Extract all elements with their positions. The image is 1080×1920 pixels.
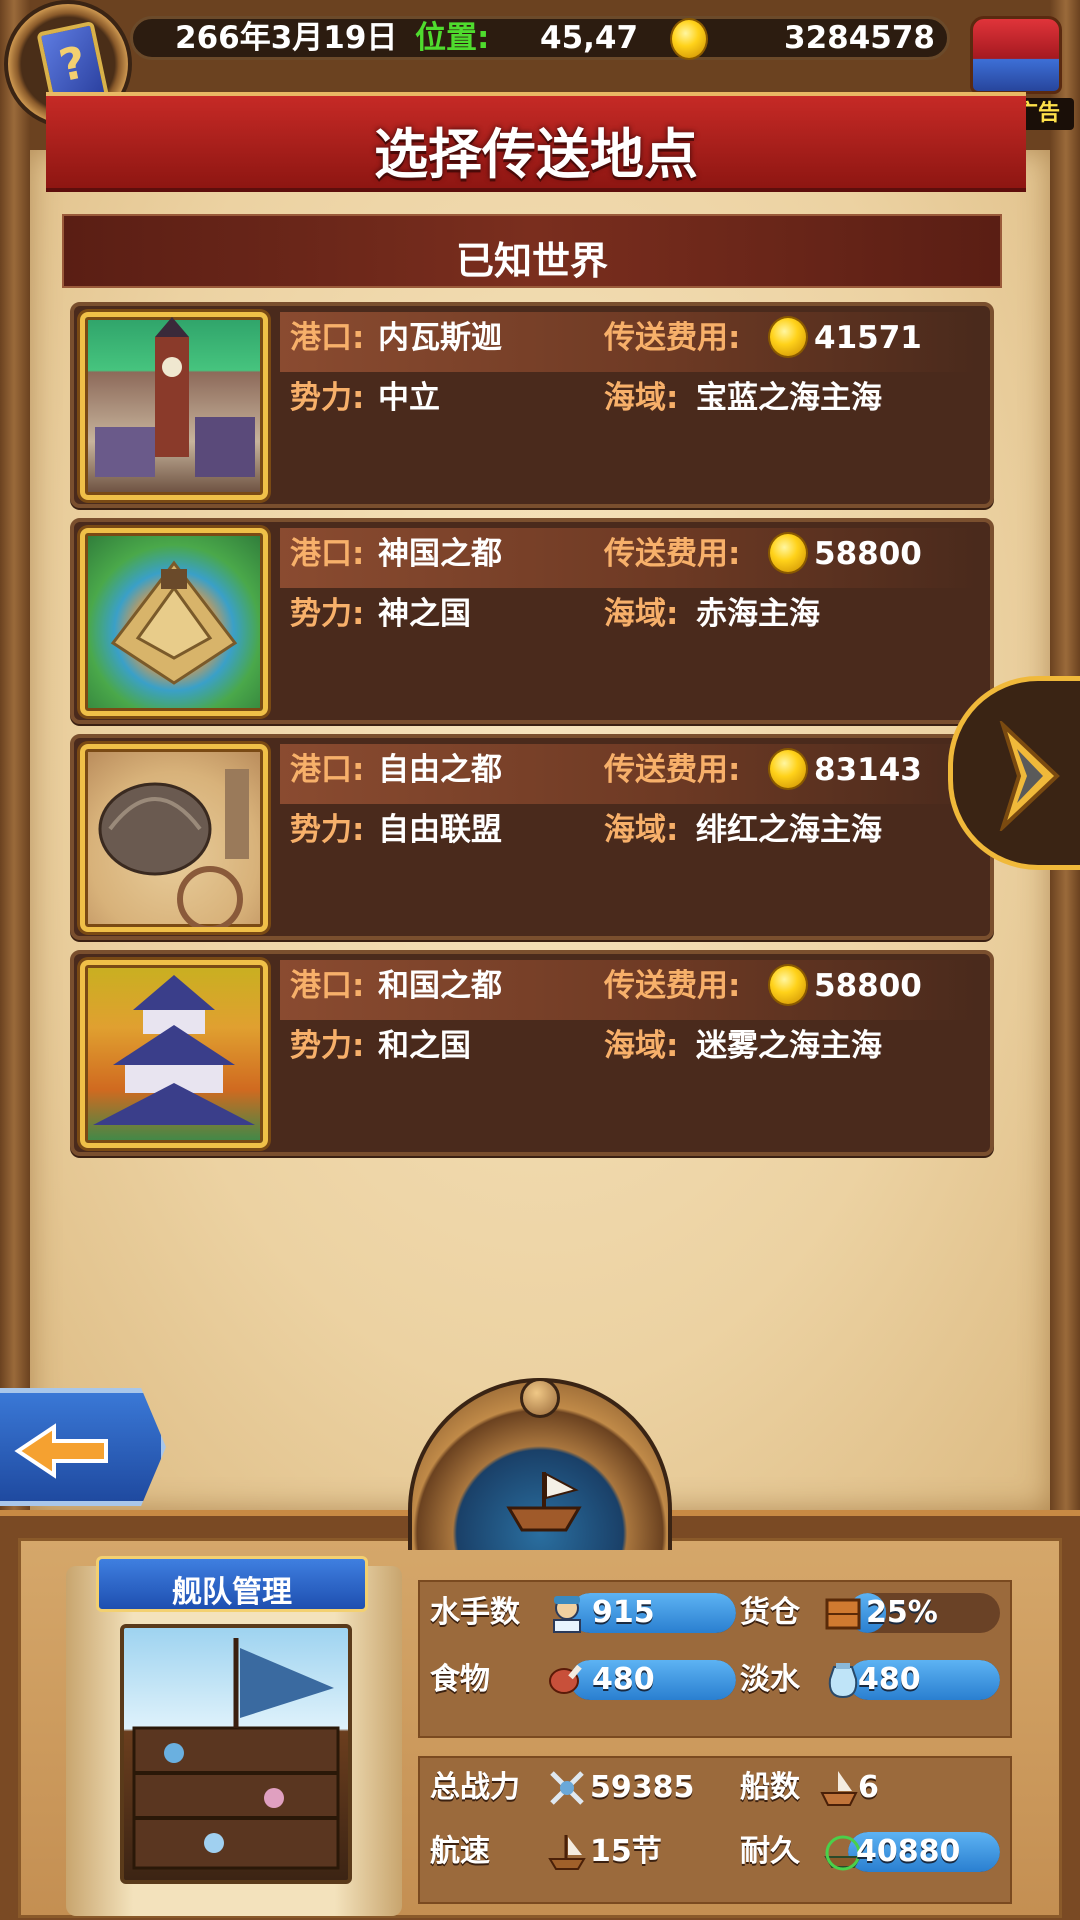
port-label: 港口: [290,752,365,788]
cost-label: 传送费用: [604,968,741,1004]
port-name: 神国之都 [378,536,502,572]
crossed-swords-icon [546,1767,588,1809]
sailors-value: 915 [592,1595,655,1630]
gold-coin-icon [768,532,808,574]
gold-coin-icon [670,18,708,60]
back-button[interactable] [0,1388,166,1506]
faction-label: 势力: [290,812,365,848]
durability-label: 耐久 [740,1834,800,1869]
port-thumbnail [80,312,268,500]
chevron-right-icon [999,721,1060,831]
water-value: 480 [858,1662,921,1697]
meat-icon [546,1659,588,1701]
water-label: 淡水 [740,1662,800,1697]
port-label: 港口: [290,536,365,572]
port-cost: 83143 [814,752,922,788]
durability-value: 40880 [856,1834,961,1869]
section-title: 已知世界 [455,239,608,283]
port-thumbnail [80,960,268,1148]
arrow-left-icon [14,1423,108,1479]
port-entry[interactable]: 港口: 和国之都 传送费用: 58800 势力: 和之国 海域: 迷雾之海主海 [70,950,994,1156]
game-date: 266年3月19日 [175,20,398,56]
sailors-label: 水手数 [430,1595,520,1630]
port-entry[interactable]: 港口: 神国之都 传送费用: 58800 势力: 神之国 海域: 赤海主海 [70,518,994,724]
section-header: 已知世界 [62,214,1002,288]
faction-label: 势力: [290,1028,365,1064]
port-faction: 中立 [378,380,440,416]
port-thumbnail [80,528,268,716]
treasure-chest-icon [970,16,1062,94]
title-banner: 选择传送地点 [46,92,1026,192]
food-label: 食物 [430,1662,490,1697]
power-label: 总战力 [430,1770,520,1805]
position-value: 45,47 [540,20,639,56]
port-sea: 宝蓝之海主海 [696,380,882,416]
port-entry[interactable]: 港口: 内瓦斯迦 传送费用: 41571 势力: 中立 海域: 宝蓝之海主海 [70,302,994,508]
port-faction: 神之国 [378,596,471,632]
port-faction: 自由联盟 [378,812,502,848]
gold-coin-icon [768,964,808,1006]
faction-label: 势力: [290,596,365,632]
port-label: 港口: [290,968,365,1004]
port-label: 港口: [290,320,365,356]
sea-label: 海域: [604,812,679,848]
port-entry[interactable]: 港口: 自由之都 传送费用: 83143 势力: 自由联盟 海域: 绯红之海主海 [70,734,994,940]
port-sea: 绯红之海主海 [696,812,882,848]
cargo-value: 25% [866,1595,938,1630]
sailor-icon [546,1592,588,1634]
faction-label: 势力: [290,380,365,416]
speed-label: 航速 [430,1834,490,1869]
port-cost: 41571 [814,320,922,356]
port-cost: 58800 [814,968,922,1004]
cost-label: 传送费用: [604,320,741,356]
ships-value: 6 [858,1770,879,1805]
sea-label: 海域: [604,596,679,632]
power-value: 59385 [590,1770,695,1805]
sailboat-icon [546,1831,588,1873]
gold-amount: 3284578 [784,20,935,56]
page-title: 选择传送地点 [374,123,698,186]
cost-label: 传送费用: [604,536,741,572]
ship-icon [506,1472,582,1532]
speed-value: 15节 [590,1834,662,1869]
port-name: 内瓦斯迦 [378,320,502,356]
sea-label: 海域: [604,380,679,416]
fleet-title-ribbon[interactable]: 舰队管理 [96,1556,368,1612]
port-name: 和国之都 [378,968,502,1004]
crest-knob [520,1378,560,1418]
cargo-crate-icon [822,1592,864,1634]
cargo-label: 货仓 [740,1595,800,1630]
gold-coin-icon [768,748,808,790]
ships-label: 船数 [740,1770,800,1805]
ship-interior-image[interactable] [120,1624,352,1884]
gold-coin-icon [768,316,808,358]
sea-label: 海域: [604,1028,679,1064]
port-sea: 迷雾之海主海 [696,1028,882,1064]
port-name: 自由之都 [378,752,502,788]
port-faction: 和之国 [378,1028,471,1064]
ship-count-icon [818,1767,860,1809]
port-sea: 赤海主海 [696,596,820,632]
fleet-title: 舰队管理 [172,1575,292,1610]
port-cost: 58800 [814,536,922,572]
food-value: 480 [592,1662,655,1697]
cost-label: 传送费用: [604,752,741,788]
port-thumbnail [80,744,268,932]
position-label: 位置: [415,20,490,56]
